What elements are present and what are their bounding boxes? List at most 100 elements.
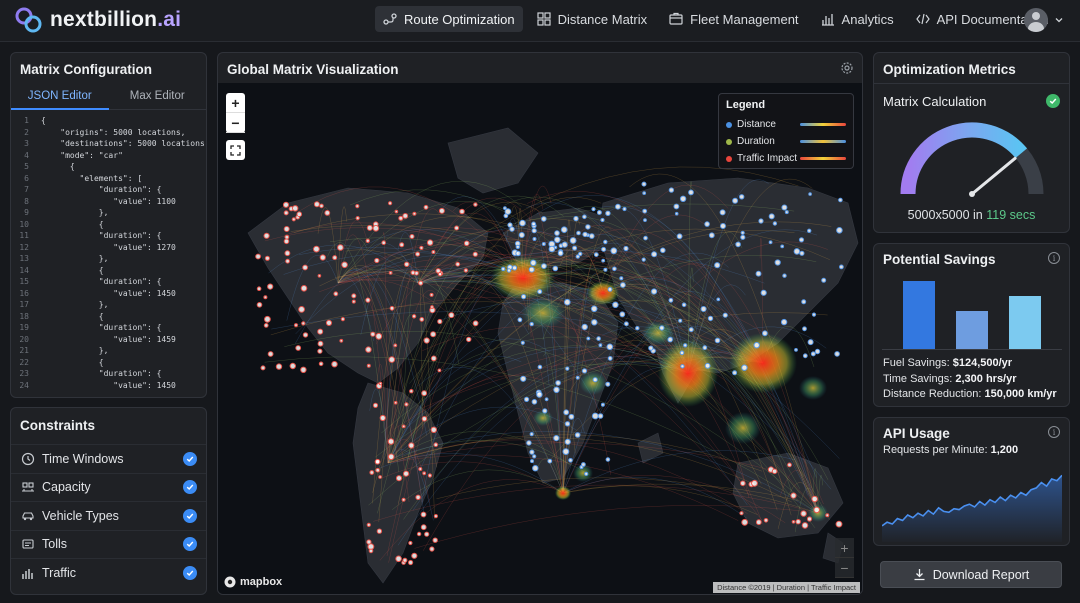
top-navigation-bar: nextbillion.ai Route Optimization Distan… [0, 0, 1080, 42]
brand-logo[interactable]: nextbillion.ai [14, 6, 181, 34]
location-node [366, 224, 373, 231]
map-attribution[interactable]: Distance ©2019 | Duration | Traffic Impa… [713, 582, 860, 593]
nav-label: Route Optimization [404, 11, 515, 27]
savings-stats: Fuel Savings: $124,500/yr Time Savings: … [883, 356, 1057, 403]
location-node [427, 473, 432, 478]
info-icon[interactable]: i [1048, 426, 1060, 438]
constraint-vehicle-types[interactable]: Vehicle Types [11, 501, 206, 530]
constraint-time-windows[interactable]: Time Windows [11, 444, 206, 473]
download-report-button[interactable]: Download Report [880, 561, 1062, 588]
location-node [395, 475, 403, 482]
location-node [612, 301, 619, 309]
code-text: }, [41, 346, 109, 355]
checkbox-checked-icon[interactable] [183, 537, 197, 552]
location-node [421, 390, 428, 397]
location-node [581, 323, 588, 331]
code-text: "mode": "car" [41, 150, 123, 160]
location-node [606, 343, 614, 351]
location-node [394, 209, 399, 214]
panel-title: Optimization Metrics [883, 62, 1016, 77]
nav-route-optimization[interactable]: Route Optimization [375, 6, 523, 32]
location-node [557, 250, 564, 257]
location-node [351, 299, 356, 304]
location-node [605, 457, 611, 462]
location-node [716, 297, 721, 302]
location-node [681, 302, 687, 308]
zoom-in-button[interactable]: + [226, 93, 245, 113]
line-number: 23 [19, 369, 29, 378]
constraint-tolls[interactable]: Tolls [11, 529, 206, 559]
line-number: 14 [19, 265, 29, 275]
json-code-editor[interactable]: 1{2 "origins": 5000 locations, 3 "destina… [11, 115, 206, 397]
tab-max-editor[interactable]: Max Editor [108, 86, 206, 110]
map-secondary-zoom: + − [835, 538, 854, 578]
location-node [420, 524, 427, 531]
fullscreen-button[interactable] [226, 140, 245, 160]
location-node [740, 480, 746, 487]
location-node [388, 271, 393, 275]
code-line: 15 "duration": { [11, 276, 206, 288]
location-node [260, 365, 266, 371]
location-node [313, 245, 320, 253]
location-node [688, 189, 694, 196]
constraint-capacity[interactable]: Capacity [11, 472, 206, 502]
location-node [332, 255, 338, 261]
location-node [554, 236, 561, 244]
avatar[interactable] [1024, 8, 1048, 32]
code-text: { [41, 219, 104, 229]
constraint-traffic[interactable]: Traffic [11, 558, 206, 587]
tab-json-editor[interactable]: JSON Editor [11, 86, 109, 110]
checkbox-checked-icon[interactable] [183, 508, 197, 523]
zoom-out-button[interactable]: − [835, 558, 854, 578]
location-node [283, 238, 290, 245]
location-node [771, 468, 778, 475]
location-node [793, 248, 801, 255]
user-menu[interactable] [1024, 8, 1064, 32]
location-node [528, 266, 535, 273]
location-node [751, 479, 758, 487]
location-node [555, 380, 561, 386]
location-node [581, 462, 586, 467]
location-node [619, 276, 624, 281]
location-node [568, 413, 575, 420]
line-number: 15 [19, 277, 29, 286]
info-icon[interactable]: i [1048, 252, 1060, 264]
checkbox-checked-icon[interactable] [183, 565, 197, 580]
constraint-label: Traffic [42, 565, 77, 580]
line-number: 7 [24, 185, 29, 194]
nav-distance-matrix[interactable]: Distance Matrix [529, 6, 656, 32]
line-number: 13 [19, 254, 29, 263]
location-node [411, 314, 417, 319]
location-node [688, 327, 694, 333]
zoom-in-button[interactable]: + [835, 538, 854, 558]
nav-fleet-management[interactable]: Fleet Management [661, 6, 806, 32]
constraint-label: Vehicle Types [42, 508, 119, 523]
code-icon [915, 13, 930, 25]
code-line: 22 { [11, 357, 206, 369]
checkbox-checked-icon[interactable] [183, 451, 197, 466]
zoom-out-button[interactable]: − [226, 113, 245, 133]
location-node [541, 263, 547, 270]
location-node [720, 223, 726, 229]
location-node [801, 522, 809, 529]
code-text: { [41, 162, 75, 171]
location-node [372, 225, 380, 232]
location-node [838, 197, 843, 203]
location-node [605, 210, 611, 217]
location-node [388, 201, 393, 206]
location-node [517, 317, 523, 323]
location-node [300, 366, 307, 373]
code-text: "value": 1450 [41, 288, 176, 298]
legend-title: Legend [726, 99, 766, 111]
location-node [659, 325, 665, 331]
nav-analytics[interactable]: Analytics [813, 6, 902, 32]
location-node [375, 332, 383, 340]
mapbox-logo[interactable]: mapbox [224, 576, 282, 588]
location-node [623, 245, 629, 252]
location-node [503, 206, 507, 210]
location-node [562, 448, 570, 456]
gear-icon[interactable] [840, 61, 854, 75]
location-node [834, 351, 840, 357]
location-node [707, 315, 714, 322]
checkbox-checked-icon[interactable] [183, 480, 197, 495]
